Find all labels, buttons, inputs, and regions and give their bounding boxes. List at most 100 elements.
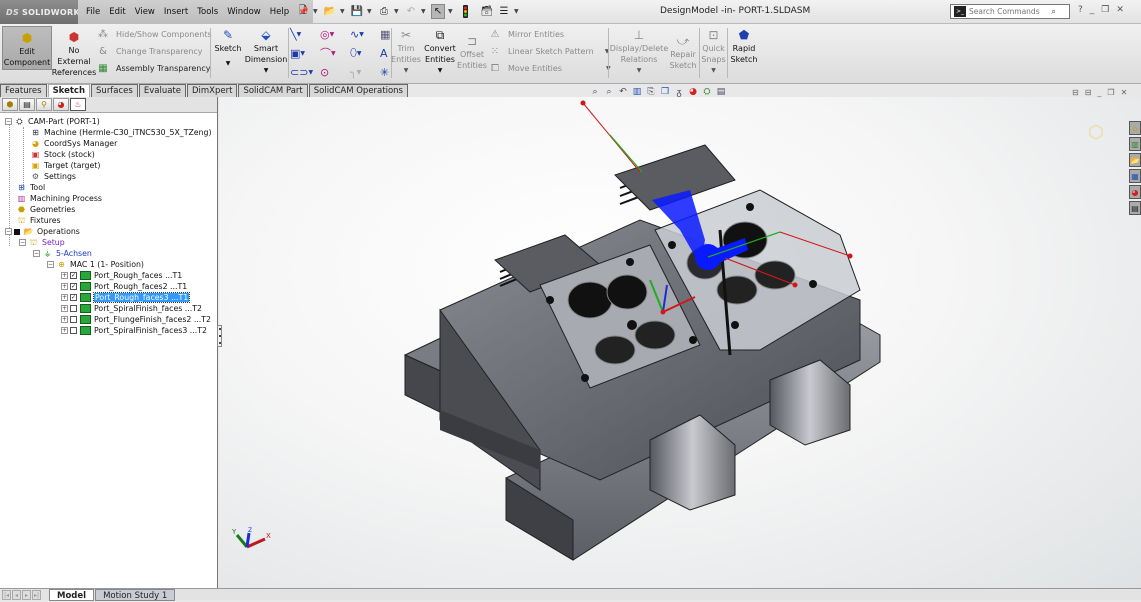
section-view-icon[interactable]: ▥ [632,87,642,98]
expand-toggle[interactable]: + [61,316,68,323]
fillet-tool-icon[interactable]: ╮ ▼ [350,65,380,79]
tab-dimxpert[interactable]: DimXpert [186,84,238,97]
ellipse-tool-icon[interactable]: ⬯ ▼ [350,46,380,60]
restore-icon[interactable]: ❐ [1101,5,1109,15]
sketch-button[interactable]: ✎ Sketch ▼ [213,24,243,69]
expand-toggle[interactable]: + [61,305,68,312]
mirror-entities-button[interactable]: ⚠ Mirror Entities [488,27,565,41]
tree-node-setup[interactable]: − ⛫ Setup [19,237,65,248]
menu-window[interactable]: Window [227,7,261,17]
quick-snaps-button[interactable]: ⊡ Quick Snaps ▼ [700,24,727,76]
offset-entities-button[interactable]: ⊐ Offset Entities [457,30,487,71]
first-tab-icon[interactable]: |◂ [2,589,11,600]
expand-toggle[interactable]: + [61,283,68,290]
property-manager-tab-icon[interactable]: ▤ [19,98,35,111]
sketch-dropdown[interactable]: ▼ [226,58,231,69]
menu-view[interactable]: View [135,7,155,17]
edit-component-button[interactable]: ⬢ Edit Component [2,26,52,70]
move-entities-button[interactable]: ⧠Move Entities▼ [488,61,611,75]
operation-checkbox[interactable] [70,316,77,323]
operation-checkbox[interactable]: ✓ [70,283,77,290]
undo-dropdown[interactable]: ▼ [421,8,428,15]
help-icon[interactable]: ? [1078,5,1083,15]
open-folder-icon[interactable]: 📂 [323,4,337,19]
display-manager-tab-icon[interactable]: ◕ [53,98,69,111]
collapse-toggle[interactable]: − [47,261,54,268]
edit-appearance-icon[interactable]: ⛭ [702,87,712,98]
split-horizontal-icon[interactable]: ⊟ [1072,88,1079,97]
save-dropdown[interactable]: ▼ [367,8,374,15]
minimize-icon[interactable]: _ [1090,5,1095,15]
view-palette-icon[interactable]: ▦ [1129,169,1141,183]
tree-node-fixtures[interactable]: ⛫ Fixtures [16,215,61,226]
graphics-viewport[interactable]: Y X Z [219,97,1141,588]
expand-toggle[interactable]: + [61,327,68,334]
operation-checkbox[interactable]: ✓ [70,272,77,279]
operation-checkbox[interactable] [70,327,77,334]
tree-node-settings[interactable]: ⚙ Settings [30,171,76,182]
zoom-to-fit-icon[interactable]: ⌕ [590,87,600,98]
tab-motion-study-1[interactable]: Motion Study 1 [95,588,176,601]
tree-node-target[interactable]: ▣ Target (target) [30,160,101,171]
tree-node-coordsys-manager[interactable]: ◕ CoordSys Manager [30,138,117,149]
rapid-sketch-button[interactable]: ⬟ Rapid Sketch [729,24,759,65]
linear-sketch-pattern-button[interactable]: ⁙ Linear Sketch Pattern ▼ [488,44,610,58]
operation-row-selected[interactable]: + ✓ Port_Rough_faces3 ...T1 [61,292,191,303]
undo-icon[interactable]: ↶ [404,4,418,19]
search-input[interactable] [969,7,1049,16]
menu-insert[interactable]: Insert [164,7,188,17]
slot-tool-icon[interactable]: ⊂⊃ ▼ [290,65,320,79]
tree-node-machining-process[interactable]: ▥ Machining Process [16,193,102,204]
circle-tool-icon[interactable]: ◎ ▼ [320,27,350,41]
last-tab-icon[interactable]: ▸| [32,589,41,600]
repair-sketch-button[interactable]: ⤻ Repair Sketch [668,30,698,71]
viewport-minimize-icon[interactable]: _ [1097,88,1101,97]
previous-view-icon[interactable]: ↶ [618,87,628,98]
new-document-icon[interactable]: 🗋 [296,4,310,19]
assembly-transparency-button[interactable]: ▦ Assembly Transparency [96,61,210,75]
operation-checkbox[interactable]: ✓ [70,294,77,301]
relations-dropdown[interactable]: ▼ [637,65,642,76]
convert-dropdown[interactable]: ▼ [438,65,443,76]
tab-sketch[interactable]: Sketch [47,84,91,97]
search-commands[interactable]: >_ ⌕ [950,4,1070,19]
tree-node-tool[interactable]: ⊞ Tool [16,182,45,193]
hide-show-components-button[interactable]: ⁂ Hide/Show Components [96,27,212,41]
arc-tool-icon[interactable]: ⌒ ▼ [320,46,350,60]
tree-node-5-achsen[interactable]: − ⚶ 5-Achsen [33,248,92,259]
menu-help[interactable]: Help [270,7,289,17]
display-style-icon[interactable]: ᵹ [674,87,684,98]
viewport-restore-icon[interactable]: ❐ [1107,88,1114,97]
change-transparency-button[interactable]: & Change Transparency [96,44,202,58]
spline-tool-icon[interactable]: ∿ ▼ [350,27,380,41]
open-dropdown[interactable]: ▼ [340,8,347,15]
options-dropdown[interactable]: ▼ [514,8,521,15]
collapse-toggle[interactable]: − [5,228,12,235]
tab-solidcam-part[interactable]: SolidCAM Part [238,84,308,97]
menu-tools[interactable]: Tools [197,7,218,17]
dynamic-annotation-icon[interactable]: ⎘ [646,87,656,98]
operation-row[interactable]: + ✓ Port_Rough_faces2 ...T1 [61,281,187,292]
tree-node-mac-1[interactable]: − ⊕ MAC 1 (1- Position) [47,259,144,270]
smart-dimension-dropdown[interactable]: ▼ [264,65,269,76]
operation-row[interactable]: + Port_SpiralFinish_faces3 ...T2 [61,325,207,336]
line-tool-icon[interactable]: ╲ ▼ [290,27,320,41]
menu-file[interactable]: File [86,7,100,17]
expand-toggle[interactable]: + [61,272,68,279]
no-external-references-button[interactable]: ⬢ No External References [52,26,96,78]
rectangle-tool-icon[interactable]: ▣ ▼ [290,46,320,60]
operation-row[interactable]: + Port_FlungeFinish_faces2 ...T2 [61,314,211,325]
solidcam-manager-tab-icon[interactable]: ♨ [70,98,86,111]
point-tool-icon[interactable]: ⊙ [320,65,350,79]
next-tab-icon[interactable]: ▸ [22,589,31,600]
operation-row[interactable]: + ✓ Port_Rough_faces ...T1 [61,270,182,281]
tab-model[interactable]: Model [49,588,95,601]
convert-entities-button[interactable]: ⧉ Convert Entities ▼ [423,24,457,76]
tab-surfaces[interactable]: Surfaces [91,84,138,97]
print-dropdown[interactable]: ▼ [394,8,401,15]
tab-evaluate[interactable]: Evaluate [138,84,186,97]
operation-checkbox[interactable] [70,305,77,312]
split-vertical-icon[interactable]: ⊟ [1085,88,1092,97]
select-arrow-icon[interactable]: ↖ [431,4,445,19]
save-icon[interactable]: 💾 [350,4,364,19]
